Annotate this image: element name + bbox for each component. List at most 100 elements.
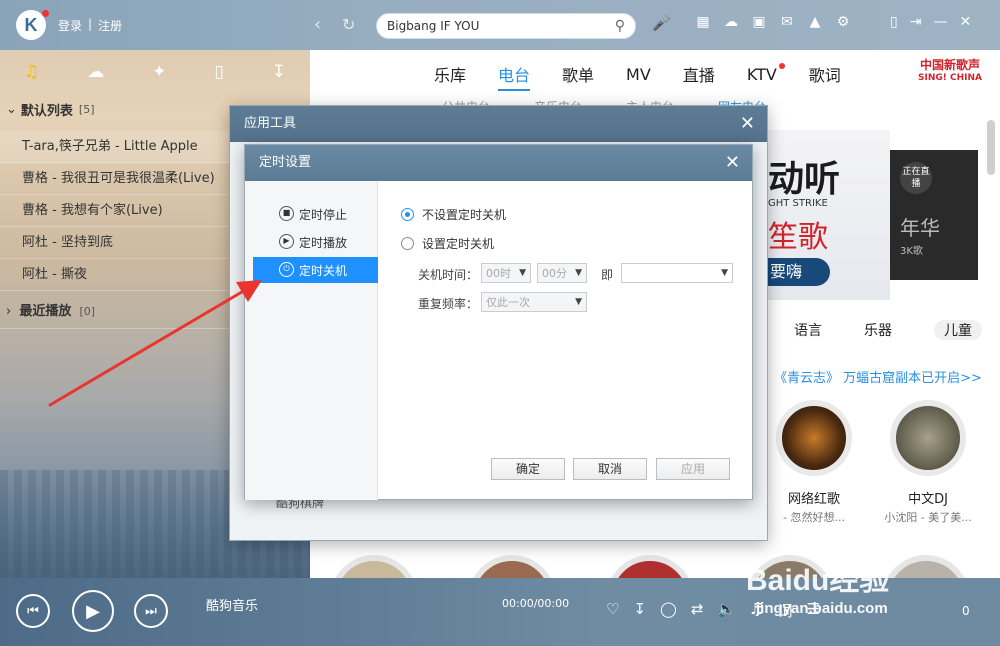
nav-label: 定时播放 <box>299 235 348 250</box>
tab-radio[interactable]: 电台 <box>482 62 546 91</box>
next-button[interactable]: ⏭ <box>134 594 168 628</box>
search-icon[interactable]: ⚲ <box>615 18 625 34</box>
sidebar-tabs: ♫ ☁ ✦ ▯ ↧ <box>0 56 310 88</box>
timer-settings-dialog: 定时设置 ✕ ■ 定时停止 ▶ 定时播放 ⏻ 定时关机 不设置定时关机 设置定时… <box>244 144 753 500</box>
live-banner[interactable]: 正在直播 年华 3K歌 <box>890 150 978 280</box>
back-icon[interactable]: ‹ <box>314 14 321 35</box>
nav-timed-play[interactable]: ▶ 定时播放 <box>253 229 378 255</box>
banner-tag: 要嗨 <box>760 258 830 286</box>
radio-selected[interactable] <box>401 208 414 221</box>
radio-unselected[interactable] <box>401 237 414 250</box>
refresh-icon[interactable]: ↻ <box>342 15 355 34</box>
repeat-label: 重复频率： <box>418 297 479 311</box>
login-link[interactable]: 登录 <box>58 17 82 34</box>
tab-ktv-label: KTV <box>746 64 777 84</box>
option-set-shutdown[interactable]: 设置定时关机 <box>401 235 494 252</box>
scrollbar[interactable] <box>987 120 995 175</box>
app-tools-header[interactable]: 应用工具 ✕ <box>230 106 767 142</box>
repeat-icon[interactable]: ⇄ <box>691 600 704 621</box>
apply-button[interactable]: 应用 <box>656 458 730 480</box>
nav-timed-shutdown[interactable]: ⏻ 定时关机 <box>253 257 378 283</box>
tab-ktv[interactable]: KTV <box>731 62 793 84</box>
baidu-watermark: Baidu经验 <box>746 564 890 597</box>
stop-clock-icon: ■ <box>279 206 294 221</box>
category-kids[interactable]: 儿童 <box>934 320 982 340</box>
play-button[interactable]: ▶ <box>72 590 114 632</box>
radio-name: 网络红歌 <box>787 492 840 507</box>
dropdown-arrow-icon: ▼ <box>519 268 526 278</box>
cloud-icon[interactable]: ☁ <box>722 14 740 30</box>
search-box[interactable]: ⚲ <box>376 13 636 39</box>
gear-icon[interactable]: ⚙ <box>834 14 852 30</box>
grid-icon[interactable]: ▦ <box>694 14 712 30</box>
cancel-button[interactable]: 取消 <box>573 458 647 480</box>
ji-label: 即 <box>601 268 614 282</box>
repeat-value: 仅此一次 <box>486 296 530 309</box>
skin-icon[interactable]: ▲ <box>806 14 824 30</box>
cloud-list-icon[interactable]: ☁ <box>87 62 104 82</box>
exit-to-tray-icon[interactable]: ⇥ <box>910 14 922 30</box>
sing-china-logo[interactable]: 中国新歌声 SING! CHINA <box>918 59 982 85</box>
radio-desc: 小沈阳 - 美了美... <box>884 511 972 524</box>
volume-icon[interactable]: 🔈 <box>717 600 736 621</box>
auth-links: 登录 | 注册 <box>58 17 122 34</box>
chevron-down-icon: ⌄ <box>6 102 17 117</box>
playlist-count-badge: 0 <box>962 604 970 618</box>
category-language[interactable]: 语言 <box>794 320 822 340</box>
device-icon[interactable]: ▯ <box>214 62 223 82</box>
register-link[interactable]: 注册 <box>98 17 122 34</box>
playlist-count: [5] <box>78 103 95 116</box>
category-instrument[interactable]: 乐器 <box>864 320 892 340</box>
radio-card[interactable]: 网络红歌 - 忽然好想... <box>762 400 866 525</box>
radio-signal-icon[interactable]: ✦ <box>152 62 166 82</box>
microphone-icon[interactable]: 🎤 <box>652 14 671 32</box>
recent-playlist-header[interactable]: › 最近播放 [0] <box>6 300 95 319</box>
repeat-select[interactable]: 仅此一次 ▼ <box>481 292 587 312</box>
music-note-icon[interactable]: ♫ <box>24 62 39 82</box>
tab-lyrics[interactable]: 歌词 <box>793 62 857 86</box>
heart-icon[interactable]: ♡ <box>606 600 619 621</box>
live-name: 年华 <box>900 216 940 240</box>
banner-headline: 动听 <box>768 158 841 200</box>
previous-button[interactable]: ⏮ <box>16 594 50 628</box>
minimize-icon[interactable]: — <box>933 14 947 30</box>
notification-dot <box>42 10 49 17</box>
option-label: 设置定时关机 <box>422 237 495 251</box>
download-icon[interactable]: ↧ <box>633 600 646 621</box>
close-icon[interactable]: ✕ <box>740 106 755 142</box>
live-tag: 3K歌 <box>900 246 923 257</box>
recent-count: [0] <box>79 305 96 318</box>
tab-library[interactable]: 乐库 <box>418 62 482 86</box>
live-badge: 正在直播 <box>900 162 932 194</box>
ok-button[interactable]: 确定 <box>491 458 565 480</box>
tab-live[interactable]: 直播 <box>667 62 731 86</box>
close-icon[interactable]: ✕ <box>725 145 740 181</box>
game-notice-link[interactable]: 《青云志》 万蝠古窟副本已开启>> <box>774 367 982 386</box>
shutdown-action-select[interactable]: ▼ <box>621 263 733 283</box>
tab-mv[interactable]: MV <box>610 65 667 84</box>
sing-china-subtitle: SING! CHINA <box>918 73 982 83</box>
hour-value: 00时 <box>486 267 511 280</box>
window-controls: ▯ ⇥ — ✕ <box>890 14 971 30</box>
category-row: 语言 乐器 儿童 <box>794 320 982 340</box>
close-icon[interactable]: ✕ <box>959 14 971 30</box>
mail-icon[interactable]: ✉ <box>778 14 796 30</box>
mini-mode-icon[interactable]: ▯ <box>890 14 898 30</box>
app-tools-title: 应用工具 <box>244 116 297 131</box>
now-playing-title: 酷狗音乐 <box>206 599 259 614</box>
hour-select[interactable]: 00时 ▼ <box>481 263 531 283</box>
promo-banner[interactable]: 动听 GHT STRIKE 笙歌 要嗨 <box>760 130 890 300</box>
radio-card[interactable]: 中文DJ 小沈阳 - 美了美... <box>876 400 980 525</box>
nav-timed-stop[interactable]: ■ 定时停止 <box>253 201 378 227</box>
shutdown-time-label: 关机时间： <box>418 268 479 282</box>
share-icon[interactable]: ◯ <box>660 600 677 621</box>
search-input[interactable] <box>387 19 597 33</box>
gamepad-icon[interactable]: ▣ <box>750 14 768 30</box>
option-no-shutdown[interactable]: 不设置定时关机 <box>401 206 506 223</box>
minute-select[interactable]: 00分 ▼ <box>537 263 587 283</box>
timer-header[interactable]: 定时设置 ✕ <box>245 145 752 181</box>
download-icon[interactable]: ↧ <box>272 62 286 82</box>
tab-playlists[interactable]: 歌单 <box>546 62 610 86</box>
timer-nav: ■ 定时停止 ▶ 定时播放 ⏻ 定时关机 <box>245 181 378 500</box>
radio-desc: - 忽然好想... <box>783 511 845 524</box>
